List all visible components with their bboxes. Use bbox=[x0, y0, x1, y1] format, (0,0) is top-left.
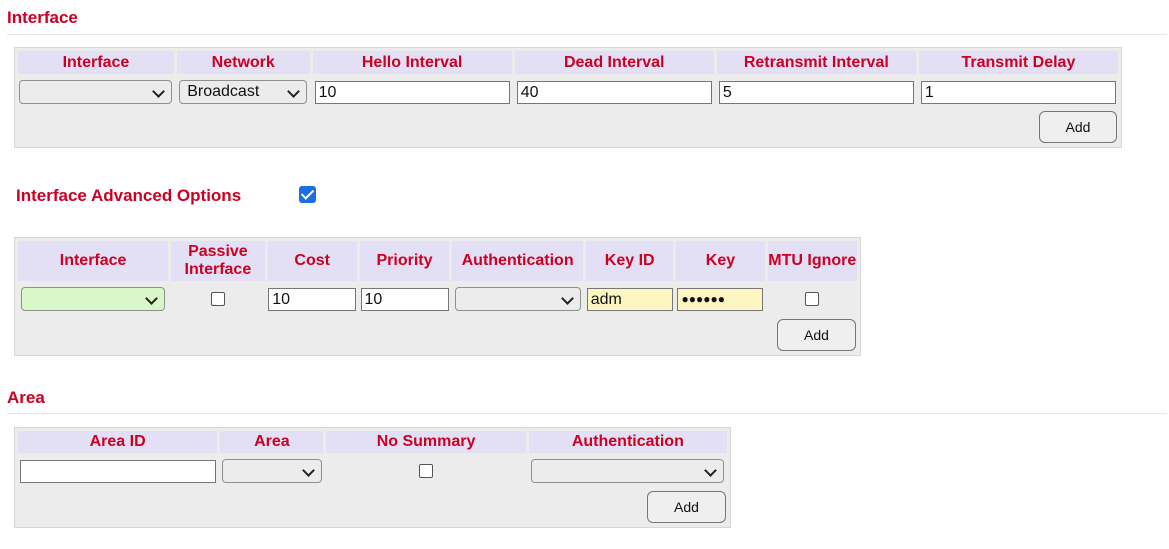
col-authentication: Authentication bbox=[528, 431, 727, 453]
priority-cell: 10 bbox=[359, 284, 450, 314]
dead-interval-cell: 40 bbox=[514, 77, 714, 107]
section-divider bbox=[7, 34, 1167, 35]
advanced-options-checkbox[interactable] bbox=[299, 186, 316, 203]
network-select[interactable]: Broadcast bbox=[179, 80, 308, 104]
col-interface: Interface bbox=[18, 51, 174, 74]
area-id-input[interactable] bbox=[19, 459, 216, 483]
col-passive-interface: Passive Interface bbox=[171, 241, 265, 281]
passive-interface-cell bbox=[171, 284, 265, 314]
interface-cell bbox=[18, 77, 174, 107]
col-no-summary: No Summary bbox=[326, 431, 526, 453]
col-area: Area bbox=[220, 431, 324, 453]
col-key-id: Key ID bbox=[586, 241, 674, 281]
area-cell bbox=[220, 456, 324, 486]
priority-input[interactable]: 10 bbox=[360, 287, 449, 311]
no-summary-checkbox[interactable] bbox=[419, 463, 434, 478]
interface-section-title: Interface bbox=[7, 8, 78, 27]
cost-cell: 10 bbox=[267, 284, 357, 314]
no-summary-cell bbox=[326, 456, 526, 486]
col-transmit-delay: Transmit Delay bbox=[918, 51, 1118, 74]
col-hello-interval: Hello Interval bbox=[312, 51, 512, 74]
transmit-delay-cell: 1 bbox=[918, 77, 1118, 107]
area-select[interactable] bbox=[221, 459, 322, 483]
transmit-delay-input[interactable]: 1 bbox=[920, 80, 1116, 104]
col-retransmit-interval: Retransmit Interval bbox=[716, 51, 916, 74]
dead-interval-input[interactable]: 40 bbox=[516, 80, 712, 104]
adv-interface-cell bbox=[18, 284, 169, 314]
area-add-button[interactable]: Add bbox=[647, 490, 726, 523]
area-table: Area ID Area No Summary Authentication A… bbox=[14, 427, 731, 528]
advanced-actions-row: Add bbox=[18, 317, 857, 352]
area-id-cell bbox=[18, 456, 218, 486]
col-mtu-ignore: MTU Ignore bbox=[767, 241, 857, 281]
area-authentication-select[interactable] bbox=[531, 459, 725, 483]
col-area-id: Area ID bbox=[18, 431, 218, 453]
authentication-cell bbox=[452, 284, 584, 314]
area-actions-row: Add bbox=[18, 489, 727, 524]
chevron-down-icon bbox=[301, 464, 315, 477]
interface-actions-row: Add bbox=[18, 110, 1118, 144]
advanced-options-table: Interface Passive Interface Cost Priorit… bbox=[14, 237, 861, 356]
area-section-title: Area bbox=[7, 388, 45, 407]
passive-interface-checkbox[interactable] bbox=[210, 291, 225, 306]
key-id-input[interactable]: adm bbox=[586, 287, 673, 311]
hello-interval-cell: 10 bbox=[312, 77, 512, 107]
authentication-select[interactable] bbox=[454, 287, 581, 311]
col-dead-interval: Dead Interval bbox=[514, 51, 714, 74]
col-cost: Cost bbox=[267, 241, 357, 281]
adv-interface-select[interactable] bbox=[21, 287, 166, 311]
passive-header-line1: Passive bbox=[188, 243, 248, 260]
col-network: Network bbox=[176, 51, 310, 74]
interface-select[interactable] bbox=[19, 80, 173, 104]
chevron-down-icon bbox=[145, 292, 158, 305]
retransmit-interval-input[interactable]: 5 bbox=[718, 80, 914, 104]
area-authentication-cell bbox=[528, 456, 727, 486]
section-divider bbox=[7, 413, 1167, 414]
key-password-input[interactable]: ●●●●●● bbox=[677, 287, 764, 311]
chevron-down-icon bbox=[560, 292, 574, 305]
advanced-options-title: Interface Advanced Options bbox=[16, 186, 242, 205]
interface-add-button[interactable]: Add bbox=[1039, 111, 1117, 143]
interface-table: Interface Network Hello Interval Dead In… bbox=[14, 47, 1122, 148]
passive-header-line2: Interface bbox=[184, 261, 252, 278]
key-id-cell: adm bbox=[586, 284, 674, 314]
col-key: Key bbox=[676, 241, 765, 281]
col-authentication: Authentication bbox=[452, 241, 584, 281]
network-cell: Broadcast bbox=[176, 77, 310, 107]
chevron-down-icon bbox=[704, 464, 718, 477]
chevron-down-icon bbox=[152, 85, 166, 98]
key-cell: ●●●●●● bbox=[676, 284, 765, 314]
chevron-down-icon bbox=[287, 85, 301, 98]
mtu-ignore-cell bbox=[767, 284, 857, 314]
retransmit-interval-cell: 5 bbox=[716, 77, 916, 107]
advanced-add-button[interactable]: Add bbox=[777, 318, 856, 351]
mtu-ignore-checkbox[interactable] bbox=[805, 291, 820, 306]
network-select-value: Broadcast bbox=[187, 83, 260, 100]
hello-interval-input[interactable]: 10 bbox=[314, 80, 510, 104]
cost-input[interactable]: 10 bbox=[268, 287, 357, 311]
col-interface: Interface bbox=[18, 241, 169, 281]
col-priority: Priority bbox=[359, 241, 450, 281]
